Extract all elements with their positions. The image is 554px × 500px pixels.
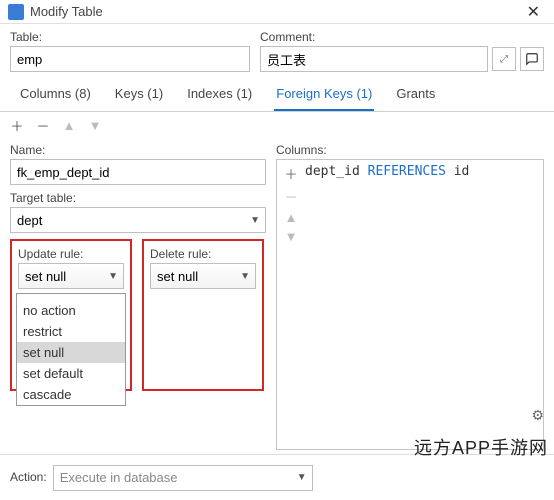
window-title: Modify Table xyxy=(30,4,521,19)
rule-option-cascade[interactable]: cascade xyxy=(17,384,125,405)
close-icon[interactable]: ✕ xyxy=(521,2,546,22)
tab-keys[interactable]: Keys (1) xyxy=(113,80,165,111)
rule-option-setnull[interactable]: set null xyxy=(17,342,125,363)
update-rule-box: Update rule: ▼ no action restrict set nu… xyxy=(10,239,132,391)
chat-icon[interactable] xyxy=(520,47,544,71)
action-label: Action: xyxy=(10,470,47,484)
fk-ref-col: id xyxy=(454,164,470,179)
fk-col-name: dept_id xyxy=(305,164,360,179)
col-remove-icon: － xyxy=(283,187,299,206)
tab-grants[interactable]: Grants xyxy=(394,80,437,111)
remove-icon[interactable]: － xyxy=(36,116,50,135)
rule-option-restrict[interactable]: restrict xyxy=(17,321,125,342)
update-rule-label: Update rule: xyxy=(18,247,124,261)
fk-name-input[interactable] xyxy=(10,159,266,185)
col-up-icon: ▲ xyxy=(283,210,299,225)
app-icon xyxy=(8,4,24,20)
columns-panel: ＋ － ▲ ▼ dept_id REFERENCES id xyxy=(276,159,544,450)
update-rule-dropdown: no action restrict set null set default … xyxy=(16,293,126,406)
columns-panel-label: Columns: xyxy=(276,143,544,157)
add-icon[interactable]: ＋ xyxy=(10,116,24,135)
table-label: Table: xyxy=(10,30,250,44)
tab-columns[interactable]: Columns (8) xyxy=(18,80,93,111)
update-rule-select[interactable] xyxy=(18,263,124,289)
comment-label: Comment: xyxy=(260,30,544,44)
table-input[interactable] xyxy=(10,46,250,72)
references-keyword: REFERENCES xyxy=(368,164,446,179)
rule-option-noaction[interactable]: no action xyxy=(17,300,125,321)
expand-icon[interactable]: ⤢ xyxy=(492,47,516,71)
up-icon[interactable]: ▲ xyxy=(62,118,76,133)
col-down-icon: ▼ xyxy=(283,229,299,244)
delete-rule-box: Delete rule: ▼ xyxy=(142,239,264,391)
col-add-icon[interactable]: ＋ xyxy=(283,164,299,183)
target-table-label: Target table: xyxy=(10,191,266,205)
delete-rule-label: Delete rule: xyxy=(150,247,256,261)
comment-input[interactable] xyxy=(260,46,488,72)
tab-foreign-keys[interactable]: Foreign Keys (1) xyxy=(274,80,374,111)
delete-rule-select[interactable] xyxy=(150,263,256,289)
name-label: Name: xyxy=(10,143,266,157)
fk-column-definition: dept_id REFERENCES id xyxy=(305,164,469,445)
rule-option-setdefault[interactable]: set default xyxy=(17,363,125,384)
gear-icon[interactable]: ⚙ xyxy=(531,407,544,424)
tab-indexes[interactable]: Indexes (1) xyxy=(185,80,254,111)
down-icon[interactable]: ▼ xyxy=(88,118,102,133)
action-select[interactable] xyxy=(53,465,313,491)
target-table-input[interactable] xyxy=(10,207,266,233)
watermark-text: 远方APP手游网 xyxy=(414,434,548,460)
